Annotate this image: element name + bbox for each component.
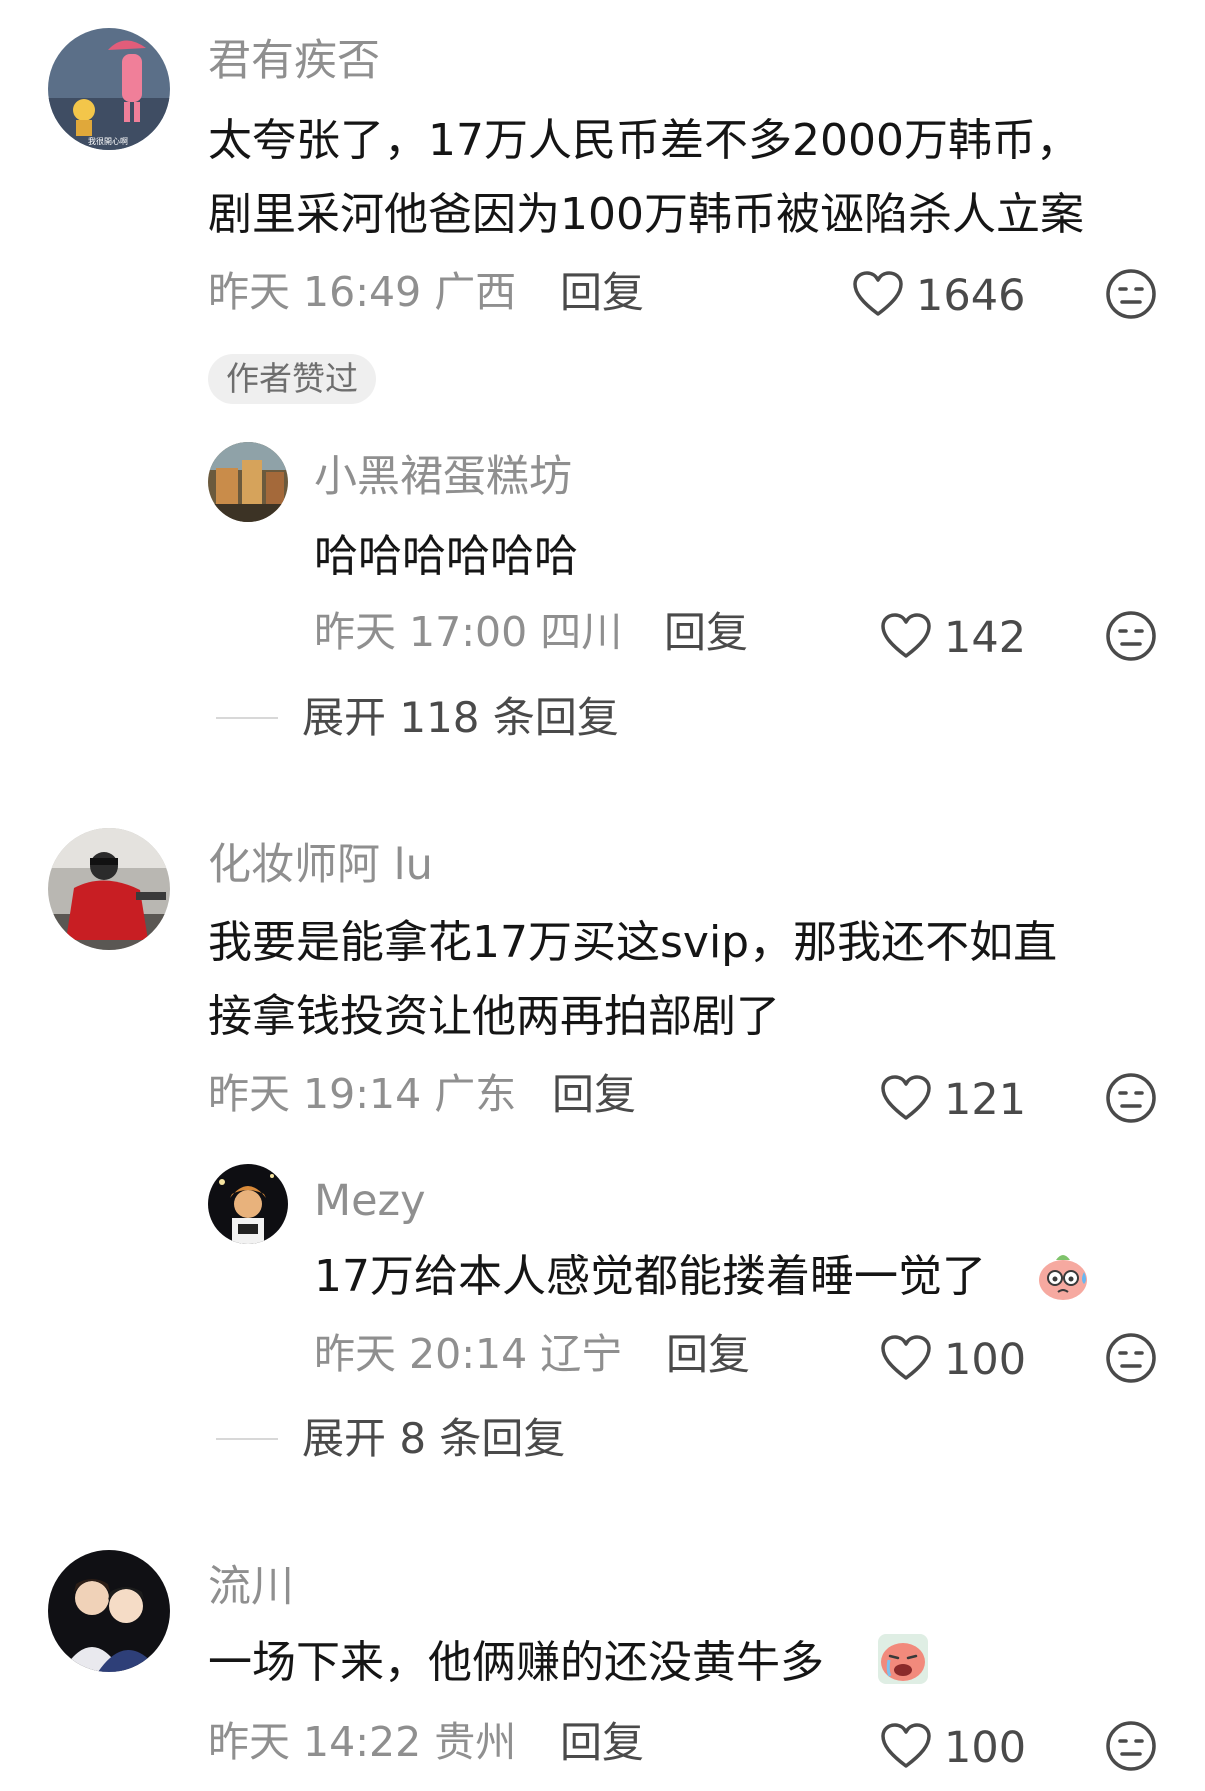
comment-text-line: 剧里采河他爸因为100万韩币被诬陷杀人立案 [208, 189, 1084, 240]
heart-outline-icon [880, 1334, 932, 1386]
reply-text: 17万给本人感觉都能搂着睡一觉了 [314, 1240, 986, 1314]
comment-meta: 昨天 14:22 贵州 [208, 1722, 516, 1763]
meh-face-icon[interactable] [1105, 1332, 1157, 1384]
avatar[interactable] [48, 1550, 170, 1672]
reply-button[interactable]: 回复 [666, 1334, 750, 1376]
expand-replies-button[interactable]: 展开 118 条回复 [216, 697, 619, 739]
like-button[interactable]: 1646 [852, 270, 1025, 322]
expand-replies-label: 展开 118 条回复 [302, 693, 619, 742]
username[interactable]: Mezy [314, 1180, 426, 1223]
location: 四川 [540, 608, 623, 656]
comment-text-line: 一场下来，他俩赚的还没黄牛多 [208, 1637, 824, 1688]
timestamp: 昨天 14:22 [208, 1718, 422, 1766]
like-count: 1646 [916, 270, 1026, 321]
reply-button[interactable]: 回复 [664, 612, 748, 654]
location: 贵州 [434, 1718, 517, 1766]
comment-meta: 昨天 20:14 辽宁 [314, 1334, 622, 1375]
like-count: 100 [944, 1334, 1027, 1385]
crying-face-emoji [876, 1632, 930, 1686]
comment-text-line: 我要是能拿花17万买这svip，那我还不如直 [208, 917, 1058, 968]
meh-face-icon[interactable] [1105, 1072, 1157, 1124]
like-button[interactable]: 142 [880, 612, 1026, 664]
svg-text:我很開心啊: 我很開心啊 [88, 136, 128, 146]
like-button[interactable]: 100 [880, 1722, 1026, 1774]
reply-text: 哈哈哈哈哈哈 [314, 531, 578, 582]
comment-text: 太夸张了，17万人民币差不多2000万韩币， 剧里采河他爸因为100万韩币被诬陷… [208, 104, 1084, 252]
like-count: 142 [944, 612, 1027, 663]
avatar[interactable] [208, 1164, 288, 1244]
comment-text: 我要是能拿花17万买这svip，那我还不如直 接拿钱投资让他两再拍部剧了 [208, 906, 1057, 1054]
username[interactable]: 君有疾否 [208, 40, 380, 83]
like-button[interactable]: 100 [880, 1334, 1026, 1386]
avatar[interactable]: 我很開心啊 [48, 28, 170, 150]
like-count: 121 [944, 1074, 1027, 1125]
heart-outline-icon [880, 1074, 932, 1126]
avatar[interactable] [208, 442, 288, 522]
like-count: 100 [944, 1722, 1027, 1773]
divider-line [216, 1438, 278, 1440]
expand-replies-button[interactable]: 展开 8 条回复 [216, 1418, 565, 1460]
comment-meta: 昨天 16:49 广西 [208, 272, 516, 313]
like-button[interactable]: 121 [880, 1074, 1026, 1126]
reply-text-content: 17万给本人感觉都能搂着睡一觉了 [314, 1251, 986, 1302]
author-liked-badge: 作者赞过 [208, 354, 376, 404]
timestamp: 昨天 16:49 [208, 268, 422, 316]
sweat-face-emoji [1036, 1248, 1090, 1302]
meh-face-icon[interactable] [1105, 268, 1157, 320]
timestamp: 昨天 20:14 [314, 1330, 528, 1378]
comment-text-line: 太夸张了，17万人民币差不多2000万韩币， [208, 115, 1080, 166]
username[interactable]: 化妆师阿 lu [208, 844, 433, 887]
comment-text-line: 接拿钱投资让他两再拍部剧了 [208, 991, 780, 1042]
location: 辽宁 [540, 1330, 623, 1378]
comment-meta: 昨天 19:14 广东 [208, 1074, 516, 1115]
reply-button[interactable]: 回复 [560, 1722, 644, 1764]
timestamp: 昨天 19:14 [208, 1070, 422, 1118]
meh-face-icon[interactable] [1105, 1720, 1157, 1772]
comment-text: 一场下来，他俩赚的还没黄牛多 [208, 1626, 824, 1700]
location: 广西 [434, 268, 517, 316]
heart-outline-icon [880, 1722, 932, 1774]
reply-button[interactable]: 回复 [552, 1074, 636, 1116]
heart-outline-icon [852, 270, 904, 322]
username[interactable]: 小黑裙蛋糕坊 [314, 456, 572, 499]
meh-face-icon[interactable] [1105, 610, 1157, 662]
comment-meta: 昨天 17:00 四川 [314, 612, 622, 653]
reply-button[interactable]: 回复 [560, 272, 644, 314]
avatar[interactable] [48, 828, 170, 950]
location: 广东 [434, 1070, 517, 1118]
divider-line [216, 717, 278, 719]
expand-replies-label: 展开 8 条回复 [302, 1414, 566, 1463]
timestamp: 昨天 17:00 [314, 608, 528, 656]
username[interactable]: 流川 [208, 1566, 294, 1609]
heart-outline-icon [880, 612, 932, 664]
